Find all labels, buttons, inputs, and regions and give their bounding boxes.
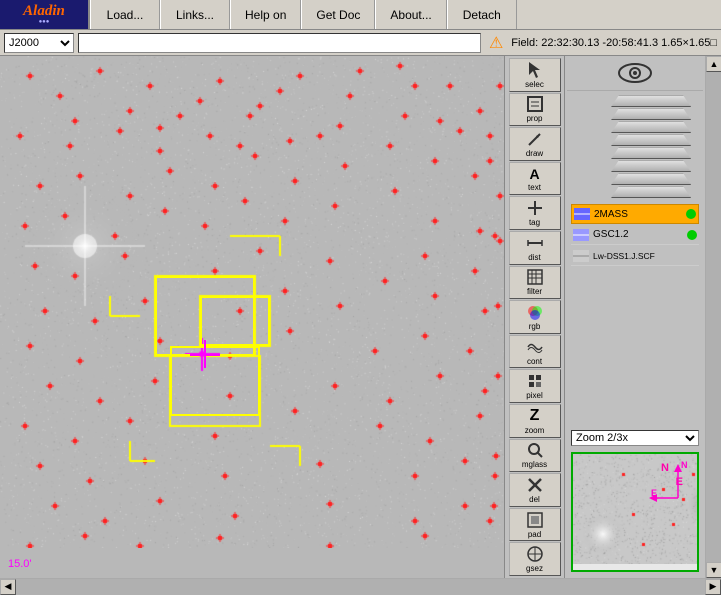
- tool-prop[interactable]: prop: [509, 93, 561, 127]
- tool-dist[interactable]: dist: [509, 231, 561, 265]
- selection-box-2: [200, 296, 270, 346]
- catalog-row-lw-dss1[interactable]: Lw-DSS1.J.SCF: [571, 246, 699, 266]
- about-button[interactable]: About...: [375, 0, 446, 29]
- scroll-down-button[interactable]: ▼: [706, 562, 721, 578]
- catalog-status-gsc12: [687, 230, 697, 240]
- links-button[interactable]: Links...: [160, 0, 230, 29]
- catalog-icon-lw-dss1: [573, 250, 589, 262]
- tool-rgb[interactable]: rgb: [509, 300, 561, 334]
- stack-layer-1: [611, 95, 691, 107]
- tool-zoom[interactable]: Z zoom: [509, 404, 561, 438]
- tool-pixel[interactable]: pixel: [509, 369, 561, 403]
- scroll-up-button[interactable]: ▲: [706, 56, 721, 72]
- stack-layer-7: [611, 173, 691, 185]
- layers-right: 2MASS GSC1.2: [565, 56, 705, 578]
- stack-layer-2: [611, 108, 691, 120]
- scroll-right-button[interactable]: ▶: [705, 579, 721, 595]
- svg-text:E: E: [651, 488, 657, 498]
- selection-box-3: [170, 346, 260, 416]
- warning-icon: ⚠: [489, 33, 503, 53]
- sky-canvas[interactable]: 15.0': [0, 56, 505, 578]
- getdoc-button[interactable]: Get Doc: [301, 0, 375, 29]
- catalog-row-2mass[interactable]: 2MASS: [571, 204, 699, 224]
- menu-bar: Aladin ●●● Load... Links... Help on Get …: [0, 0, 721, 30]
- catalog-name-lw-dss1: Lw-DSS1.J.SCF: [593, 251, 697, 261]
- stack-layer-8: [611, 186, 691, 198]
- field-info: Field: 22:32:30.13 -20:58:41.3 1.65×1.65…: [511, 37, 717, 49]
- coord-bar: J2000 B1950 Galactic ⚠ Field: 22:32:30.1…: [0, 30, 721, 56]
- svg-text:N: N: [681, 460, 688, 470]
- coord-system-select[interactable]: J2000 B1950 Galactic: [4, 33, 74, 53]
- detach-button[interactable]: Detach: [447, 0, 517, 29]
- layer-stacks: [567, 91, 703, 198]
- coord-input[interactable]: [78, 33, 481, 53]
- compass-svg: N E: [643, 458, 693, 508]
- tool-cont[interactable]: cont: [509, 335, 561, 369]
- stack-layer-5: [611, 147, 691, 159]
- scale-label: 15.0': [8, 558, 32, 570]
- tool-text[interactable]: A text: [509, 162, 561, 196]
- tool-filter[interactable]: filter: [509, 266, 561, 300]
- stack-layer-4: [611, 134, 691, 146]
- catalog-area: 2MASS GSC1.2: [567, 202, 703, 428]
- zoom-select[interactable]: Zoom 2/3x Zoom 1x Zoom 2x Zoom 4x: [571, 430, 699, 446]
- tool-pad[interactable]: pad: [509, 508, 561, 542]
- tools-row: selec prop draw A text tag: [505, 56, 705, 578]
- eye-icon-area: [567, 58, 703, 91]
- bottom-scrollbar: ◀ ▶: [0, 578, 721, 594]
- load-button[interactable]: Load...: [90, 0, 160, 29]
- catalog-name-2mass: 2MASS: [594, 209, 682, 220]
- scroll-left-button[interactable]: ◀: [0, 579, 16, 595]
- eye-icon: [617, 60, 653, 86]
- catalog-icon-2mass: [574, 208, 590, 220]
- tool-tag[interactable]: tag: [509, 196, 561, 230]
- tool-del[interactable]: del: [509, 473, 561, 507]
- catalog-row-gsc12[interactable]: GSC1.2: [571, 225, 699, 245]
- app-logo: Aladin ●●●: [0, 0, 90, 29]
- scrollbar-right: ▲ ▼: [705, 56, 721, 578]
- tool-select[interactable]: selec: [509, 58, 561, 92]
- scroll-track-h[interactable]: [16, 579, 705, 595]
- catalog-name-gsc12: GSC1.2: [593, 229, 683, 240]
- crosshair-vertical: [204, 340, 206, 368]
- tool-draw[interactable]: draw: [509, 127, 561, 161]
- catalog-icon-gsc12: [573, 229, 589, 241]
- scroll-track-v[interactable]: [706, 72, 721, 562]
- tool-gsez[interactable]: gsez: [509, 542, 561, 576]
- main-area: 15.0' selec prop draw A: [0, 56, 721, 578]
- stack-layer-3: [611, 121, 691, 133]
- tool-mglass[interactable]: mglass: [509, 439, 561, 473]
- tools-and-layers: selec prop draw A text tag: [505, 56, 705, 578]
- mini-preview: N E N E: [571, 452, 699, 572]
- help-button[interactable]: Help on: [230, 0, 301, 29]
- catalog-status-2mass: [686, 209, 696, 219]
- stack-layer-6: [611, 160, 691, 172]
- tool-panel: selec prop draw A text tag: [505, 56, 565, 578]
